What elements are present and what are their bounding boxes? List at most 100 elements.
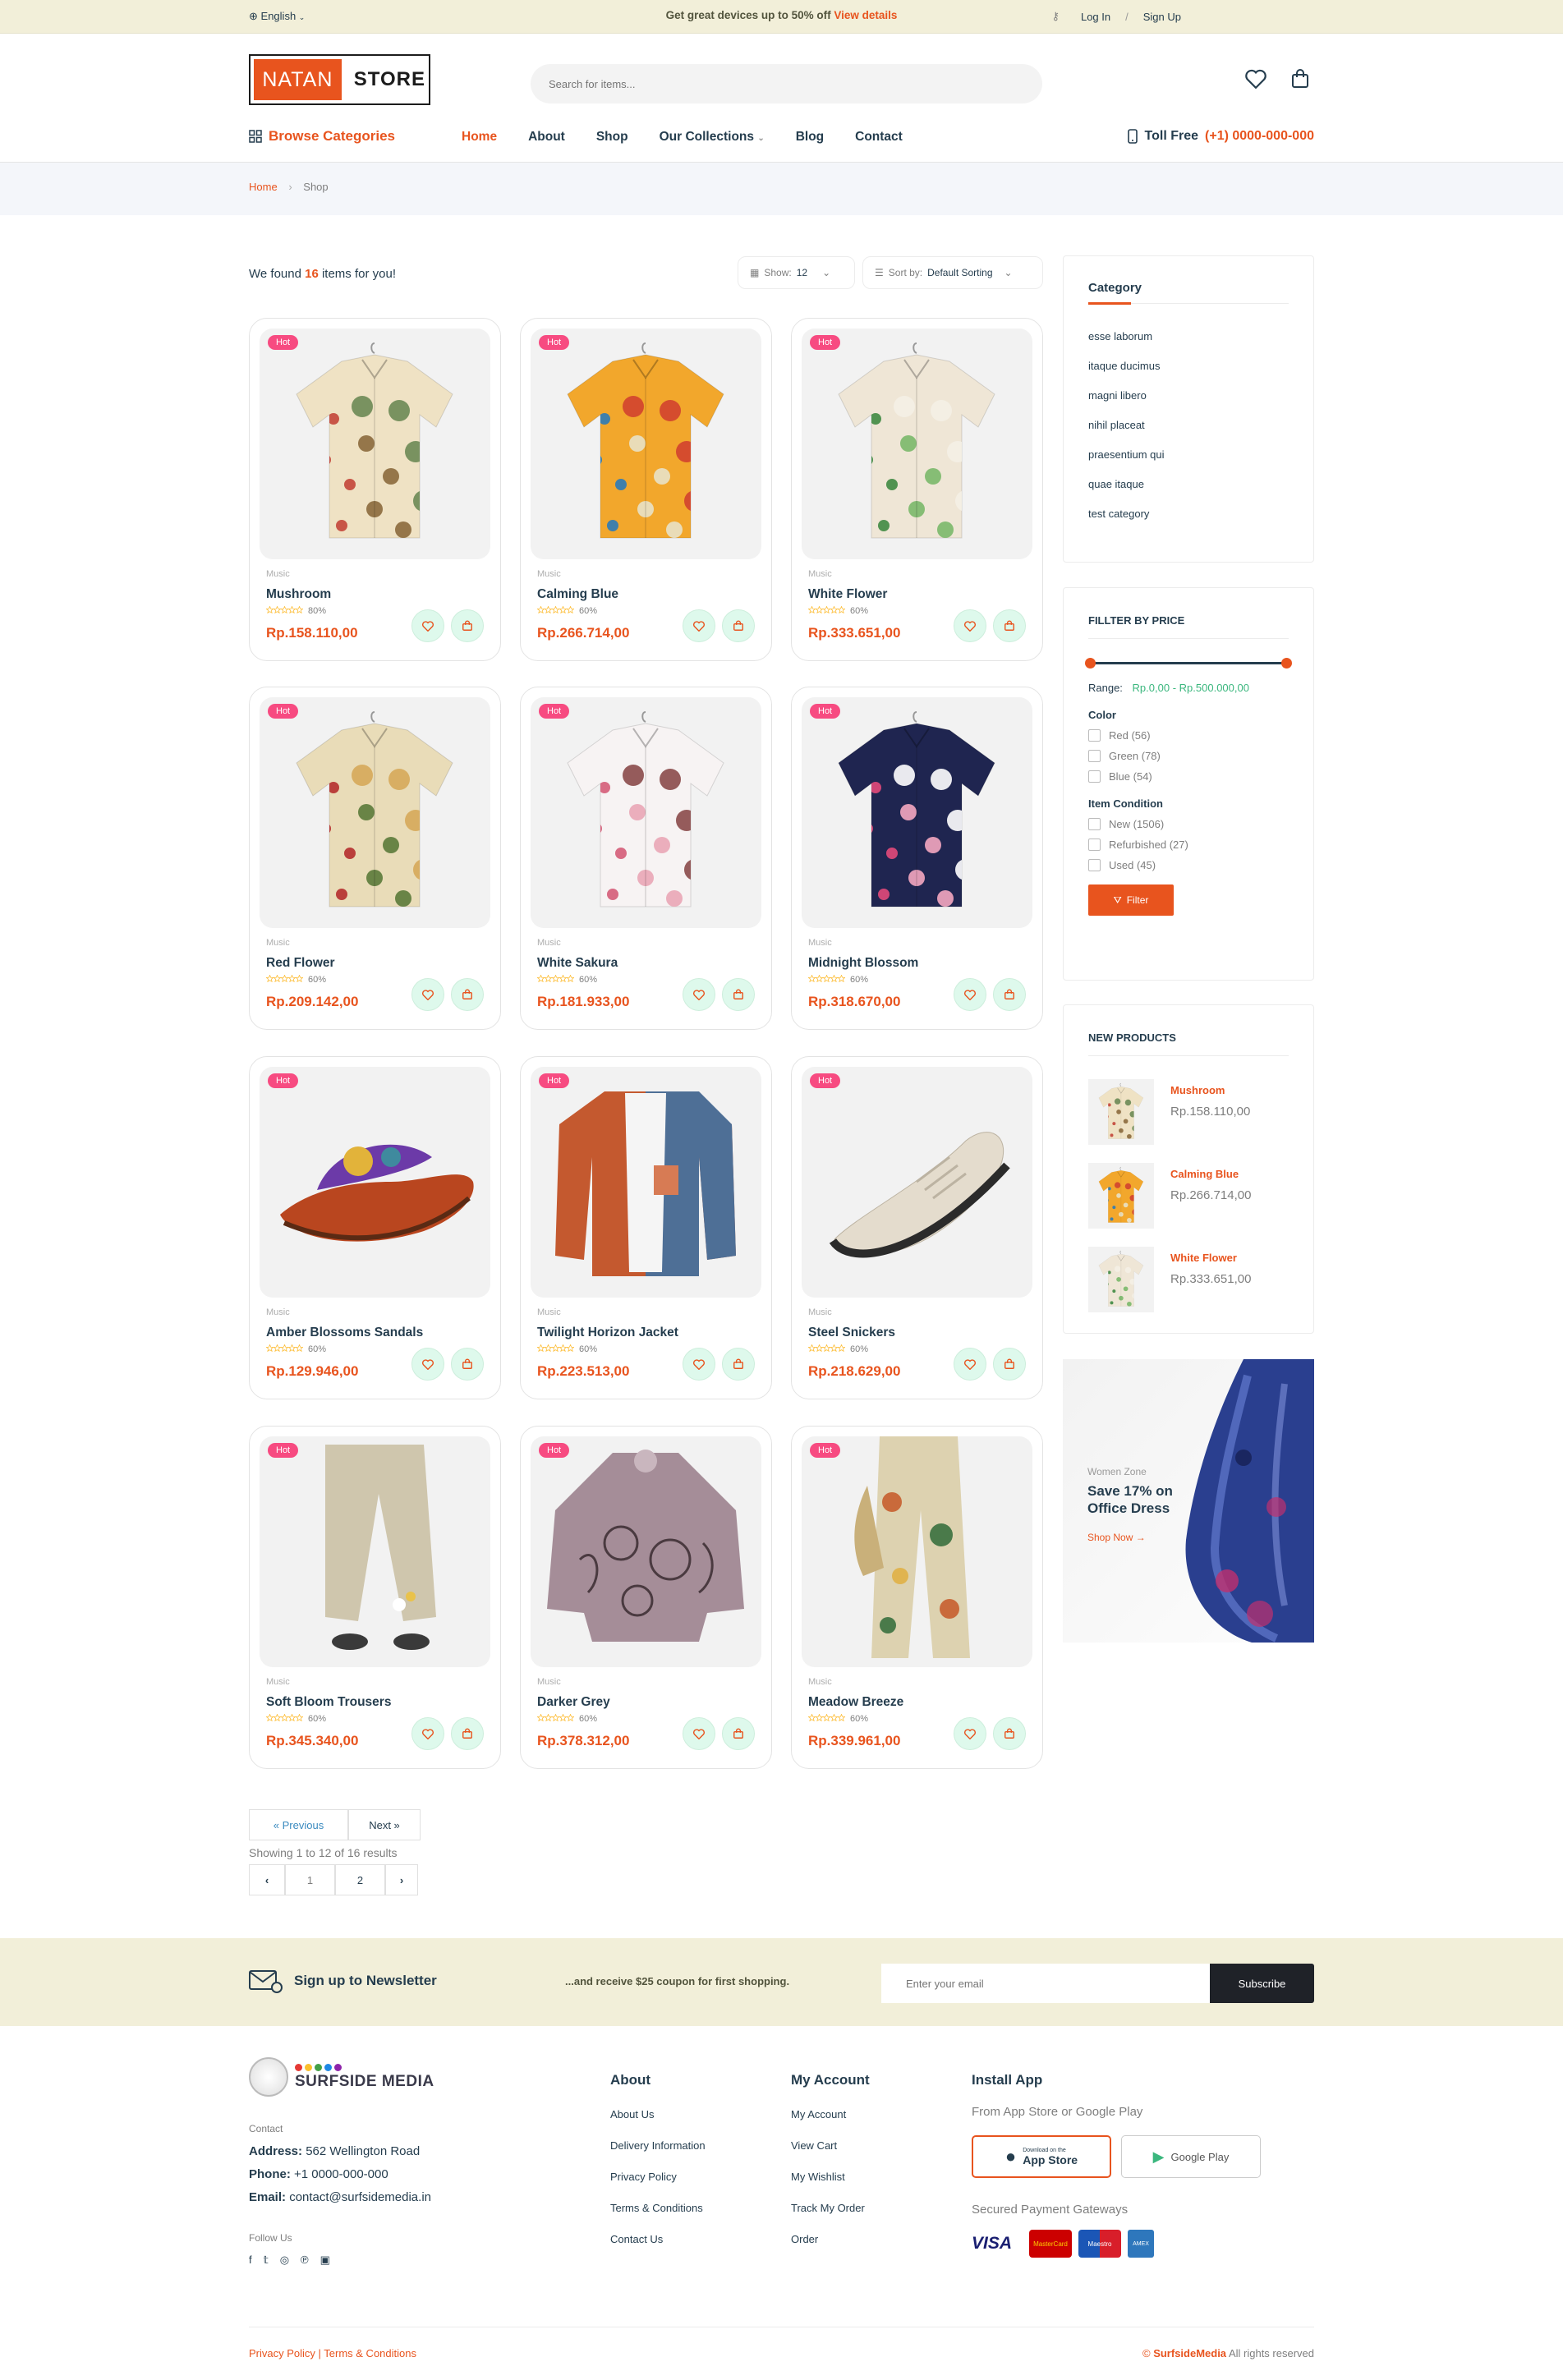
add-to-wishlist-button[interactable]	[411, 978, 444, 1011]
checkbox-option[interactable]: Green (78)	[1088, 750, 1289, 762]
sort-select[interactable]: ☰ Sort by: Default Sorting ⌄	[862, 256, 1043, 289]
add-to-cart-button[interactable]	[993, 1348, 1026, 1381]
add-to-cart-button[interactable]	[722, 609, 755, 642]
footer-link[interactable]: Contact Us	[610, 2233, 706, 2245]
checkbox[interactable]	[1088, 818, 1101, 830]
new-product-thumb[interactable]	[1088, 1247, 1154, 1312]
category-item[interactable]: nihil placeat	[1088, 419, 1289, 431]
product-name[interactable]: Meadow Breeze	[808, 1695, 903, 1710]
product-name[interactable]: Mushroom	[266, 587, 331, 602]
add-to-cart-button[interactable]	[451, 609, 484, 642]
email-value[interactable]: contact@surfsidemedia.in	[289, 2190, 431, 2204]
footer-link[interactable]: Delivery Information	[610, 2139, 706, 2152]
product-name[interactable]: Red Flower	[266, 956, 335, 971]
checkbox-option[interactable]: Used (45)	[1088, 859, 1289, 871]
google-play-button[interactable]: ▶ Google Play	[1121, 2135, 1261, 2178]
breadcrumb-home[interactable]: Home	[249, 181, 278, 193]
category-item[interactable]: esse laborum	[1088, 330, 1289, 342]
footer-link[interactable]: Terms & Conditions	[610, 2202, 706, 2214]
checkbox-option[interactable]: New (1506)	[1088, 818, 1289, 830]
footer-link[interactable]: Privacy Policy	[610, 2171, 706, 2183]
add-to-wishlist-button[interactable]	[954, 978, 986, 1011]
add-to-cart-button[interactable]	[722, 1717, 755, 1750]
nav-contact[interactable]: Contact	[855, 130, 903, 145]
new-product-thumb[interactable]	[1088, 1079, 1154, 1145]
product-name[interactable]: Darker Grey	[537, 1695, 610, 1710]
product-card[interactable]: Hot Music Steel Snickers 60% Rp.218.629,…	[791, 1056, 1043, 1399]
page-next-arrow[interactable]: ›	[385, 1864, 418, 1895]
newsletter-email-input[interactable]	[881, 1964, 1210, 2003]
add-to-cart-button[interactable]	[993, 1717, 1026, 1750]
product-name[interactable]: White Sakura	[537, 956, 618, 971]
cart-bag-icon[interactable]	[1289, 69, 1311, 89]
product-image[interactable]	[260, 697, 490, 928]
category-item[interactable]: itaque ducimus	[1088, 360, 1289, 372]
new-product-name[interactable]: White Flower	[1170, 1252, 1251, 1264]
add-to-cart-button[interactable]	[722, 1348, 755, 1381]
checkbox-option[interactable]: Red (56)	[1088, 729, 1289, 742]
signup-link[interactable]: Sign Up	[1143, 11, 1181, 23]
footer-link[interactable]: Track My Order	[791, 2202, 870, 2214]
product-category[interactable]: Music	[537, 938, 561, 948]
slider-max-handle[interactable]	[1281, 658, 1292, 669]
promo-banner[interactable]: Women Zone Save 17% on Office Dress Shop…	[1063, 1359, 1314, 1643]
checkbox[interactable]	[1088, 729, 1101, 742]
product-category[interactable]: Music	[266, 1677, 290, 1687]
previous-button[interactable]: « Previous	[249, 1809, 348, 1840]
footer-logo[interactable]: SURFSIDE MEDIA	[249, 2057, 434, 2097]
product-image[interactable]	[260, 329, 490, 559]
add-to-cart-button[interactable]	[451, 978, 484, 1011]
add-to-wishlist-button[interactable]	[683, 609, 715, 642]
product-card[interactable]: Hot Music Red Flower 60% Rp.209.142,00	[249, 687, 501, 1030]
new-product-item[interactable]: White Flower Rp.333.651,00	[1088, 1247, 1289, 1312]
add-to-wishlist-button[interactable]	[954, 1717, 986, 1750]
product-card[interactable]: Hot Music Mushroom 80% Rp.158.110,00	[249, 318, 501, 661]
product-card[interactable]: Hot Music Meadow Breeze 60% Rp.339.961,0…	[791, 1426, 1043, 1769]
instagram-icon[interactable]: ◎	[280, 2254, 289, 2267]
new-product-name[interactable]: Mushroom	[1170, 1084, 1250, 1096]
product-image[interactable]	[802, 1067, 1032, 1298]
category-item[interactable]: magni libero	[1088, 389, 1289, 402]
product-image[interactable]	[531, 329, 761, 559]
product-category[interactable]: Music	[266, 569, 290, 579]
product-card[interactable]: Hot Music White Sakura 60% Rp.181.933,00	[520, 687, 772, 1030]
product-image[interactable]	[802, 1436, 1032, 1667]
copyright-brand[interactable]: SurfsideMedia	[1153, 2347, 1226, 2359]
product-image[interactable]	[531, 1436, 761, 1667]
next-button[interactable]: Next »	[348, 1809, 421, 1840]
product-name[interactable]: Amber Blossoms Sandals	[266, 1326, 423, 1340]
nav-about[interactable]: About	[528, 130, 565, 145]
product-category[interactable]: Music	[537, 1307, 561, 1317]
browse-categories-button[interactable]: Browse Categories	[249, 128, 395, 145]
product-image[interactable]	[802, 697, 1032, 928]
product-image[interactable]	[260, 1067, 490, 1298]
checkbox[interactable]	[1088, 839, 1101, 851]
page-2[interactable]: 2	[335, 1864, 385, 1895]
nav-blog[interactable]: Blog	[796, 130, 824, 145]
page-1[interactable]: 1	[285, 1864, 335, 1895]
youtube-icon[interactable]: ▣	[320, 2254, 330, 2267]
product-image[interactable]	[802, 329, 1032, 559]
checkbox[interactable]	[1088, 750, 1101, 762]
product-name[interactable]: Twilight Horizon Jacket	[537, 1326, 678, 1340]
category-item[interactable]: quae itaque	[1088, 478, 1289, 490]
product-card[interactable]: Hot Music White Flower 60% Rp.333.651,00	[791, 318, 1043, 661]
product-card[interactable]: Hot Music Amber Blossoms Sandals 60% Rp.…	[249, 1056, 501, 1399]
product-category[interactable]: Music	[808, 938, 832, 948]
new-product-item[interactable]: Mushroom Rp.158.110,00	[1088, 1079, 1289, 1145]
product-image[interactable]	[531, 1067, 761, 1298]
nav-shop[interactable]: Shop	[596, 130, 628, 145]
footer-link[interactable]: Order	[791, 2233, 870, 2245]
checkbox[interactable]	[1088, 859, 1101, 871]
product-category[interactable]: Music	[808, 1677, 832, 1687]
checkbox-option[interactable]: Blue (54)	[1088, 770, 1289, 783]
product-category[interactable]: Music	[266, 1307, 290, 1317]
facebook-icon[interactable]: f	[249, 2254, 252, 2267]
product-category[interactable]: Music	[266, 938, 290, 948]
nav-our-collections[interactable]: Our Collections ⌄	[660, 130, 765, 145]
add-to-cart-button[interactable]	[451, 1717, 484, 1750]
product-card[interactable]: Hot Music Darker Grey 60% Rp.378.312,00	[520, 1426, 772, 1769]
category-item[interactable]: test category	[1088, 508, 1289, 520]
footer-link[interactable]: View Cart	[791, 2139, 870, 2152]
filter-button[interactable]: ⛛ Filter	[1088, 884, 1174, 916]
